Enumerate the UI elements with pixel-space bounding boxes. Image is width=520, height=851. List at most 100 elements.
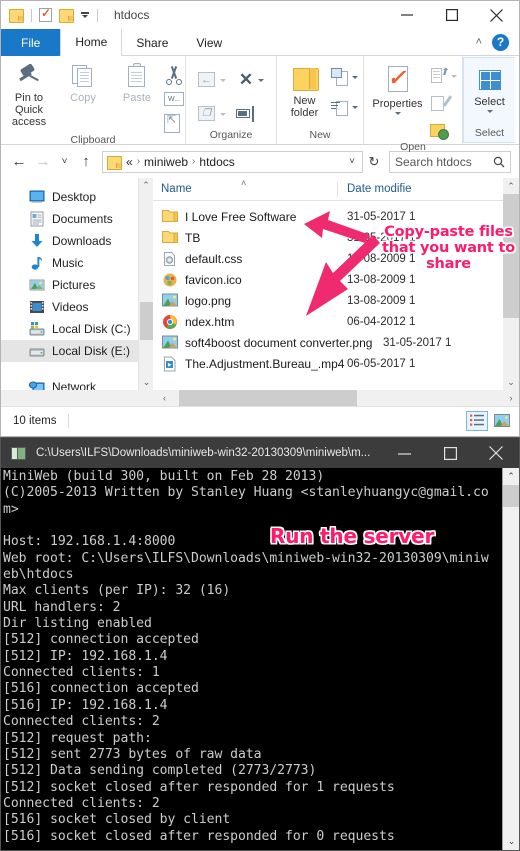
column-divider[interactable]	[337, 181, 338, 197]
search-icon	[493, 156, 505, 167]
sidebar-item-documents[interactable]: Documents	[1, 208, 153, 230]
tab-share[interactable]: Share	[122, 29, 182, 56]
hscroll-thumb[interactable]	[179, 390, 357, 406]
select-button[interactable]: Select	[467, 67, 513, 113]
sidebar-item-music[interactable]: Music	[1, 252, 153, 274]
sidebar-item-local-disk-c[interactable]: Local Disk (C:)	[1, 318, 153, 340]
refresh-button[interactable]: ↻	[363, 154, 385, 170]
console-close-button[interactable]	[473, 438, 519, 468]
navpane-scroll-down-icon[interactable]: ⌄	[139, 375, 153, 390]
history-button[interactable]	[429, 119, 457, 141]
qat-properties-icon[interactable]	[39, 6, 52, 22]
tab-home[interactable]: Home	[60, 29, 123, 56]
open-small-buttons: ⬆	[429, 63, 457, 141]
breadcrumb-htdocs[interactable]: htdocs	[199, 155, 234, 169]
tab-file[interactable]: File	[1, 29, 61, 56]
navpane-scroll-thumb[interactable]	[140, 302, 153, 340]
column-header-name-label: Name	[161, 183, 192, 195]
easy-access-button[interactable]	[330, 96, 358, 118]
table-row[interactable]: ndex.htm 06-04-2012 1	[153, 311, 519, 332]
maximize-button[interactable]	[429, 1, 474, 29]
pin-to-quick-access-label: Pin to Quick access	[11, 92, 47, 128]
paste-button[interactable]: Paste	[110, 61, 164, 104]
navpane-scrollbar[interactable]: ⌃ ⌄	[138, 178, 153, 390]
tab-view[interactable]: View	[182, 29, 236, 56]
details-view-icon[interactable]	[466, 410, 488, 431]
sidebar-label-music: Music	[52, 256, 84, 270]
console-window-controls	[381, 438, 519, 468]
sidebar-item-pictures[interactable]: Pictures	[1, 274, 153, 296]
breadcrumb-overflow[interactable]: «	[126, 155, 133, 169]
status-bar: 10 items	[1, 406, 519, 434]
help-icon[interactable]: ?	[492, 33, 509, 51]
up-button[interactable]: ↑	[74, 150, 98, 174]
ribbon-group-organize: ← ❐ ✕ Organize	[186, 56, 277, 144]
open-group-label: Open	[400, 141, 426, 153]
navpane-scroll-up-icon[interactable]: ⌃	[139, 178, 153, 193]
open-button[interactable]: ⬆	[430, 65, 457, 87]
file-list-scroll-up-icon[interactable]: ⌃	[503, 178, 519, 194]
console-maximize-button[interactable]	[427, 438, 473, 468]
clipboard-small-buttons: W...	[164, 61, 184, 134]
hscroll-right-icon[interactable]: ›	[503, 390, 519, 406]
sidebar-item-local-disk-e[interactable]: Local Disk (E:)	[1, 340, 153, 362]
file-list-scroll-down-icon[interactable]: ⌄	[503, 374, 519, 390]
sidebar-item-desktop[interactable]: Desktop	[1, 186, 153, 208]
table-row[interactable]: soft4boost document converter.png 31-05-…	[153, 332, 519, 353]
table-row[interactable]: logo.png 13-08-2009 1	[153, 290, 519, 311]
video-file-icon	[162, 356, 178, 372]
console-title: C:\Users\ILFS\Downloads\miniweb-win32-20…	[36, 447, 371, 459]
console-scroll-up-icon[interactable]: ⌃	[503, 468, 519, 485]
console-scroll-down-icon[interactable]: ⌄	[503, 833, 519, 850]
new-item-button[interactable]	[330, 66, 358, 88]
forward-button[interactable]: →	[31, 150, 55, 174]
table-row[interactable]: The.Adjustment.Bureau_.mp4 06-05-2017 1	[153, 353, 519, 374]
network-icon	[28, 379, 45, 390]
address-right: ˅	[345, 156, 359, 167]
properties-button[interactable]: ✓ Properties	[370, 63, 426, 115]
file-list-scrollbar[interactable]: ⌃ ⌄	[503, 178, 519, 390]
copy-path-button[interactable]: W...	[164, 88, 184, 110]
minimize-button[interactable]	[384, 1, 429, 29]
paste-shortcut-button[interactable]	[164, 112, 184, 134]
address-dropdown-caret-icon[interactable]: ˅	[345, 156, 359, 167]
item-count-label: 10 items	[13, 414, 57, 427]
table-row[interactable]: favicon.ico 13-08-2009 1	[153, 269, 519, 290]
navigation-pane: Desktop Documents Downloads Music Pictur…	[1, 178, 153, 390]
horizontal-scrollbar[interactable]: ‹ ›	[1, 390, 519, 406]
move-to-button[interactable]: ←	[198, 69, 226, 91]
console-minimize-button[interactable]	[381, 438, 427, 468]
qat-new-folder-icon[interactable]	[59, 9, 74, 23]
new-folder-button[interactable]: New folder	[283, 64, 327, 119]
console-scroll-thumb[interactable]	[503, 485, 519, 507]
delete-button[interactable]: ✕	[236, 69, 264, 91]
console-body[interactable]: MiniWeb (build 300, built on Feb 28 2013…	[1, 468, 519, 850]
breadcrumb-sep-2: ›	[192, 156, 196, 167]
pin-to-quick-access-button[interactable]: Pin to Quick access	[2, 61, 56, 128]
column-header-name[interactable]: ˄ Name	[153, 178, 338, 201]
close-button[interactable]	[474, 1, 519, 29]
new-group-label: New	[309, 129, 331, 141]
breadcrumb-miniweb[interactable]: miniweb	[144, 155, 188, 169]
address-input[interactable]: « › miniweb › htdocs ˅	[102, 150, 363, 173]
sidebar-item-videos[interactable]: Videos	[1, 296, 153, 318]
console-window: C:\Users\ILFS\Downloads\miniweb-win32-20…	[0, 437, 520, 851]
qat-customize-caret-icon[interactable]	[80, 10, 90, 20]
copy-to-button[interactable]: ❐	[198, 103, 226, 125]
cut-button[interactable]	[164, 64, 184, 86]
sidebar-item-network[interactable]: Network	[1, 376, 153, 390]
rename-button[interactable]	[236, 103, 264, 125]
edit-button[interactable]	[430, 92, 457, 114]
back-button[interactable]: ←	[7, 150, 31, 174]
qat-folder-icon[interactable]	[9, 9, 24, 23]
sidebar-item-downloads[interactable]: Downloads	[1, 230, 153, 252]
large-icons-view-icon[interactable]	[491, 411, 513, 431]
copy-button[interactable]: Copy	[56, 61, 110, 104]
column-header-date[interactable]: Date modifie	[338, 183, 519, 195]
console-icon	[11, 446, 26, 460]
console-scrollbar[interactable]: ⌃ ⌄	[502, 468, 519, 850]
recent-locations-button[interactable]: ˅	[55, 150, 74, 174]
file-list-pane: ˄ Name Date modifie I Love Free Software	[153, 178, 519, 390]
hscroll-left-icon[interactable]: ‹	[1, 390, 169, 406]
collapse-ribbon-icon[interactable]: ˄	[476, 36, 482, 48]
